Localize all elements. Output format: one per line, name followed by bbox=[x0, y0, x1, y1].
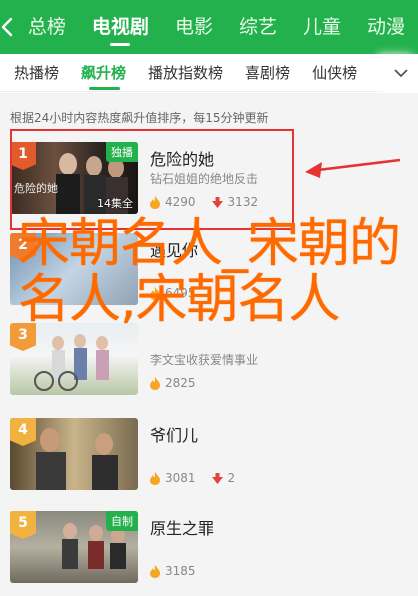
subtab-xianxia[interactable]: 仙侠榜 bbox=[298, 54, 365, 92]
flame-icon bbox=[150, 564, 160, 578]
rank-badge: 5 bbox=[10, 511, 36, 539]
poster-thumbnail[interactable]: 4 bbox=[10, 418, 138, 490]
rank-badge: 4 bbox=[10, 418, 36, 446]
ranking-subtabs: 热播榜 飙升榜 播放指数榜 喜剧榜 仙侠榜 bbox=[0, 54, 418, 92]
tab-tv-series[interactable]: 电视剧 bbox=[92, 0, 149, 54]
show-title[interactable]: 原生之罪 bbox=[150, 515, 214, 539]
poster-thumbnail[interactable]: 5 自制 bbox=[10, 511, 138, 583]
subtab-comedy[interactable]: 喜剧榜 bbox=[231, 54, 298, 92]
chevron-down-icon[interactable] bbox=[384, 54, 418, 92]
tab-movies[interactable]: 电影 bbox=[175, 0, 213, 54]
show-stats: 3185 bbox=[150, 564, 212, 578]
tab-anime[interactable]: 动漫 bbox=[367, 0, 405, 54]
subtab-play-index[interactable]: 播放指数榜 bbox=[134, 54, 231, 92]
likes-stat: 2825 bbox=[150, 376, 196, 390]
list-item[interactable]: 4 爷们儿 3081 2 bbox=[0, 418, 418, 502]
show-stats: 2825 bbox=[150, 376, 212, 390]
watermark-overlay-text: 宋朝名人_宋朝的名人,宋朝名人 bbox=[18, 214, 401, 330]
flame-icon bbox=[150, 376, 160, 390]
subtab-hot[interactable]: 热播榜 bbox=[0, 54, 67, 92]
likes-stat: 3185 bbox=[150, 564, 196, 578]
likes-count: 2825 bbox=[165, 376, 196, 390]
flame-icon bbox=[150, 471, 160, 485]
tab-variety[interactable]: 综艺 bbox=[239, 0, 277, 54]
tab-kids[interactable]: 儿童 bbox=[303, 0, 341, 54]
show-description: 李文宝收获爱情事业 bbox=[150, 353, 259, 367]
show-stats: 3081 2 bbox=[150, 471, 251, 485]
ranking-hint: 根据24小时内容热度飙升值排序，每15分钟更新 bbox=[10, 111, 269, 125]
subtab-rising[interactable]: 飙升榜 bbox=[67, 54, 134, 92]
likes-stat: 3081 bbox=[150, 471, 196, 485]
likes-count: 3081 bbox=[165, 471, 196, 485]
top-nav-bar: 总榜 电视剧 电影 综艺 儿童 动漫 bbox=[0, 0, 418, 54]
original-badge: 自制 bbox=[106, 511, 138, 531]
back-icon[interactable] bbox=[0, 0, 15, 54]
top-tabs: 总榜 电视剧 电影 综艺 儿童 动漫 bbox=[15, 0, 418, 54]
poster-thumbnail[interactable]: 3 bbox=[10, 323, 138, 395]
show-title[interactable]: 爷们儿 bbox=[150, 422, 198, 446]
list-item[interactable]: 5 自制 原生之罪 3185 bbox=[0, 511, 418, 595]
likes-count: 3185 bbox=[165, 564, 196, 578]
trend-down-icon bbox=[211, 472, 223, 484]
dislikes-count: 2 bbox=[227, 471, 236, 485]
list-item[interactable]: 3 李文宝收获爱情事业 2825 bbox=[0, 323, 418, 407]
dislikes-stat: 2 bbox=[211, 471, 236, 485]
tab-overall[interactable]: 总榜 bbox=[28, 0, 66, 54]
